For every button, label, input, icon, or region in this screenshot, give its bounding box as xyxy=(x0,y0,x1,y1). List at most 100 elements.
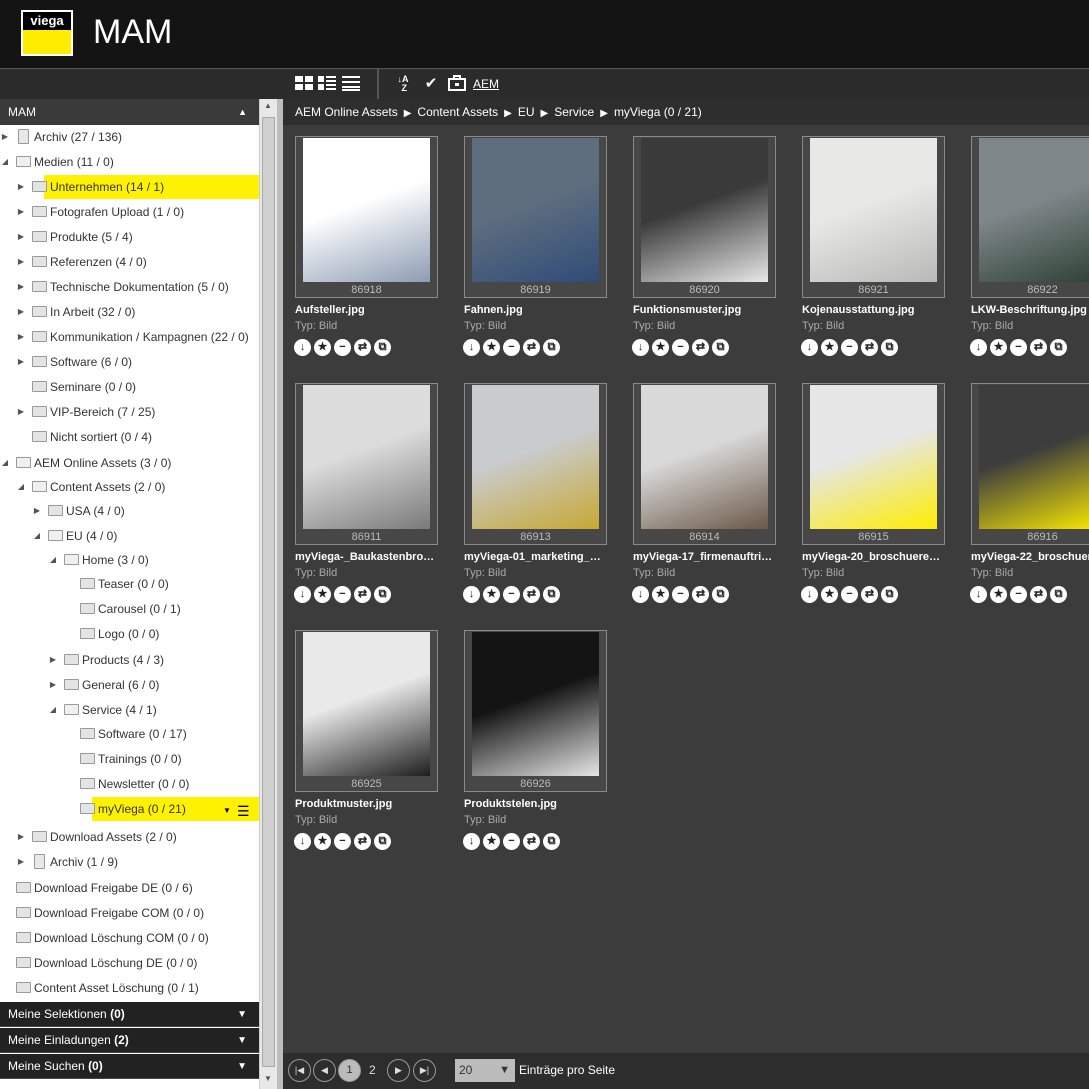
detail-view-icon[interactable] xyxy=(318,75,336,93)
expand-icon[interactable]: ▶ xyxy=(16,300,26,324)
tree-node[interactable]: ▶ Referenzen (4 / 0) xyxy=(0,250,259,274)
panel-my-invitations[interactable]: Meine Einladungen (2) ▼ xyxy=(0,1028,259,1053)
asset-name[interactable]: myViega-22_broschuere… xyxy=(971,551,1089,563)
tree-node[interactable]: Software (0 / 17) xyxy=(0,722,259,746)
copy-icon[interactable]: ⧉ xyxy=(712,339,729,356)
briefcase-icon[interactable] xyxy=(448,75,466,93)
chevron-down-icon[interactable]: ▼ xyxy=(237,1002,247,1027)
share-icon[interactable]: ⇄ xyxy=(692,586,709,603)
last-page-icon[interactable]: ▶| xyxy=(413,1059,436,1082)
download-icon[interactable]: ↓ xyxy=(970,586,987,603)
share-icon[interactable]: ⇄ xyxy=(354,586,371,603)
share-icon[interactable]: ⇄ xyxy=(861,339,878,356)
star-icon[interactable]: ★ xyxy=(821,586,838,603)
asset-name[interactable]: myViega-_Baukastenbro… xyxy=(295,551,441,563)
asset-thumbnail[interactable]: 86922 xyxy=(971,136,1089,298)
tree-node[interactable]: ▶ Produkte (5 / 4) xyxy=(0,225,259,249)
asset-thumbnail[interactable]: 86925 xyxy=(295,630,438,792)
asset-card[interactable]: 86922 LKW-Beschriftung.jpg Typ: Bild ↓ ★ − ⇄ ⧉ xyxy=(959,136,1089,366)
copy-icon[interactable]: ⧉ xyxy=(374,586,391,603)
remove-icon[interactable]: − xyxy=(841,339,858,356)
star-icon[interactable]: ★ xyxy=(990,586,1007,603)
sidebar-header[interactable]: MAM ▲ xyxy=(0,99,259,125)
asset-thumbnail[interactable]: 86926 xyxy=(464,630,607,792)
node-menu-icon[interactable]: ☰ xyxy=(237,799,250,823)
tree-node[interactable]: ◢ Home (3 / 0) xyxy=(0,548,259,572)
tree-node[interactable]: ▶ Unternehmen (14 / 1) xyxy=(18,175,259,199)
tree-node[interactable]: Carousel (0 / 1) xyxy=(0,597,259,621)
expand-icon[interactable]: ▶ xyxy=(0,125,10,149)
tree-node[interactable]: myViega (0 / 21) ▼ ☰ xyxy=(80,797,259,823)
asset-image[interactable] xyxy=(303,138,430,282)
asset-card[interactable]: 86914 myViega-17_firmenauftri… Typ: Bild ↓ ★… xyxy=(621,383,781,613)
star-icon[interactable]: ★ xyxy=(483,586,500,603)
sidebar-scrollbar[interactable]: ▲ ▼ xyxy=(259,99,277,1089)
copy-icon[interactable]: ⧉ xyxy=(374,833,391,850)
share-icon[interactable]: ⇄ xyxy=(354,833,371,850)
remove-icon[interactable]: − xyxy=(672,586,689,603)
tree-node[interactable]: Trainings (0 / 0) xyxy=(0,747,259,771)
share-icon[interactable]: ⇄ xyxy=(1030,339,1047,356)
download-icon[interactable]: ↓ xyxy=(463,339,480,356)
star-icon[interactable]: ★ xyxy=(821,339,838,356)
panel-my-selections[interactable]: Meine Selektionen (0) ▼ xyxy=(0,1002,259,1027)
tree-node[interactable]: Download Löschung COM (0 / 0) xyxy=(0,926,259,950)
asset-thumbnail[interactable]: 86911 xyxy=(295,383,438,545)
tree-node[interactable]: Nicht sortiert (0 / 4) xyxy=(0,425,259,449)
expand-icon[interactable]: ▶ xyxy=(48,648,58,672)
download-icon[interactable]: ↓ xyxy=(294,833,311,850)
download-icon[interactable]: ↓ xyxy=(463,833,480,850)
tree-node[interactable]: ◢ AEM Online Assets (3 / 0) xyxy=(0,451,259,475)
download-icon[interactable]: ↓ xyxy=(970,339,987,356)
remove-icon[interactable]: − xyxy=(1010,586,1027,603)
expand-icon[interactable]: ▶ xyxy=(16,200,26,224)
asset-image[interactable] xyxy=(810,385,937,529)
tree-node[interactable]: ▶ In Arbeit (32 / 0) xyxy=(0,300,259,324)
remove-icon[interactable]: − xyxy=(334,339,351,356)
prev-page-icon[interactable]: ◀ xyxy=(313,1059,336,1082)
expand-icon[interactable]: ▶ xyxy=(32,499,42,523)
tree-node[interactable]: Download Freigabe COM (0 / 0) xyxy=(0,901,259,925)
tree-node[interactable]: Content Asset Löschung (0 / 1) xyxy=(0,976,259,1000)
remove-icon[interactable]: − xyxy=(1010,339,1027,356)
star-icon[interactable]: ★ xyxy=(314,833,331,850)
tree-node[interactable]: ▶ Software (6 / 0) xyxy=(0,350,259,374)
download-icon[interactable]: ↓ xyxy=(294,586,311,603)
copy-icon[interactable]: ⧉ xyxy=(374,339,391,356)
tree-node[interactable]: ◢ Medien (11 / 0) xyxy=(0,150,259,174)
copy-icon[interactable]: ⧉ xyxy=(881,586,898,603)
tree-node[interactable]: ◢ Service (4 / 1) xyxy=(0,698,259,722)
asset-thumbnail[interactable]: 86916 xyxy=(971,383,1089,545)
breadcrumb-item[interactable]: EU xyxy=(518,105,535,119)
download-icon[interactable]: ↓ xyxy=(294,339,311,356)
collapse-up-icon[interactable]: ▲ xyxy=(238,99,247,125)
asset-thumbnail[interactable]: 86921 xyxy=(802,136,945,298)
download-icon[interactable]: ↓ xyxy=(632,339,649,356)
asset-thumbnail[interactable]: 86918 xyxy=(295,136,438,298)
remove-icon[interactable]: − xyxy=(503,339,520,356)
expand-icon[interactable]: ▶ xyxy=(16,175,26,199)
tree-node[interactable]: ▶ Download Assets (2 / 0) xyxy=(0,825,259,849)
breadcrumb-item[interactable]: AEM Online Assets xyxy=(295,105,398,119)
tree-node[interactable]: ▶ Technische Dokumentation (5 / 0) xyxy=(0,275,259,299)
next-page-icon[interactable]: ▶ xyxy=(387,1059,410,1082)
page-2-button[interactable]: 2 xyxy=(369,1063,376,1077)
collapse-icon[interactable]: ◢ xyxy=(16,475,26,499)
remove-icon[interactable]: − xyxy=(503,586,520,603)
share-icon[interactable]: ⇄ xyxy=(523,339,540,356)
remove-icon[interactable]: − xyxy=(334,586,351,603)
star-icon[interactable]: ★ xyxy=(314,586,331,603)
asset-image[interactable] xyxy=(472,138,599,282)
star-icon[interactable]: ★ xyxy=(990,339,1007,356)
share-icon[interactable]: ⇄ xyxy=(692,339,709,356)
first-page-icon[interactable]: |◀ xyxy=(288,1059,311,1082)
star-icon[interactable]: ★ xyxy=(314,339,331,356)
copy-icon[interactable]: ⧉ xyxy=(881,339,898,356)
asset-name[interactable]: Kojenausstattung.jpg xyxy=(802,304,948,316)
star-icon[interactable]: ★ xyxy=(652,339,669,356)
expand-icon[interactable]: ▶ xyxy=(16,825,26,849)
asset-thumbnail[interactable]: 86914 xyxy=(633,383,776,545)
chevron-down-icon[interactable]: ▼ xyxy=(237,1028,247,1053)
asset-image[interactable] xyxy=(472,385,599,529)
asset-name[interactable]: Produktstelen.jpg xyxy=(464,798,610,810)
